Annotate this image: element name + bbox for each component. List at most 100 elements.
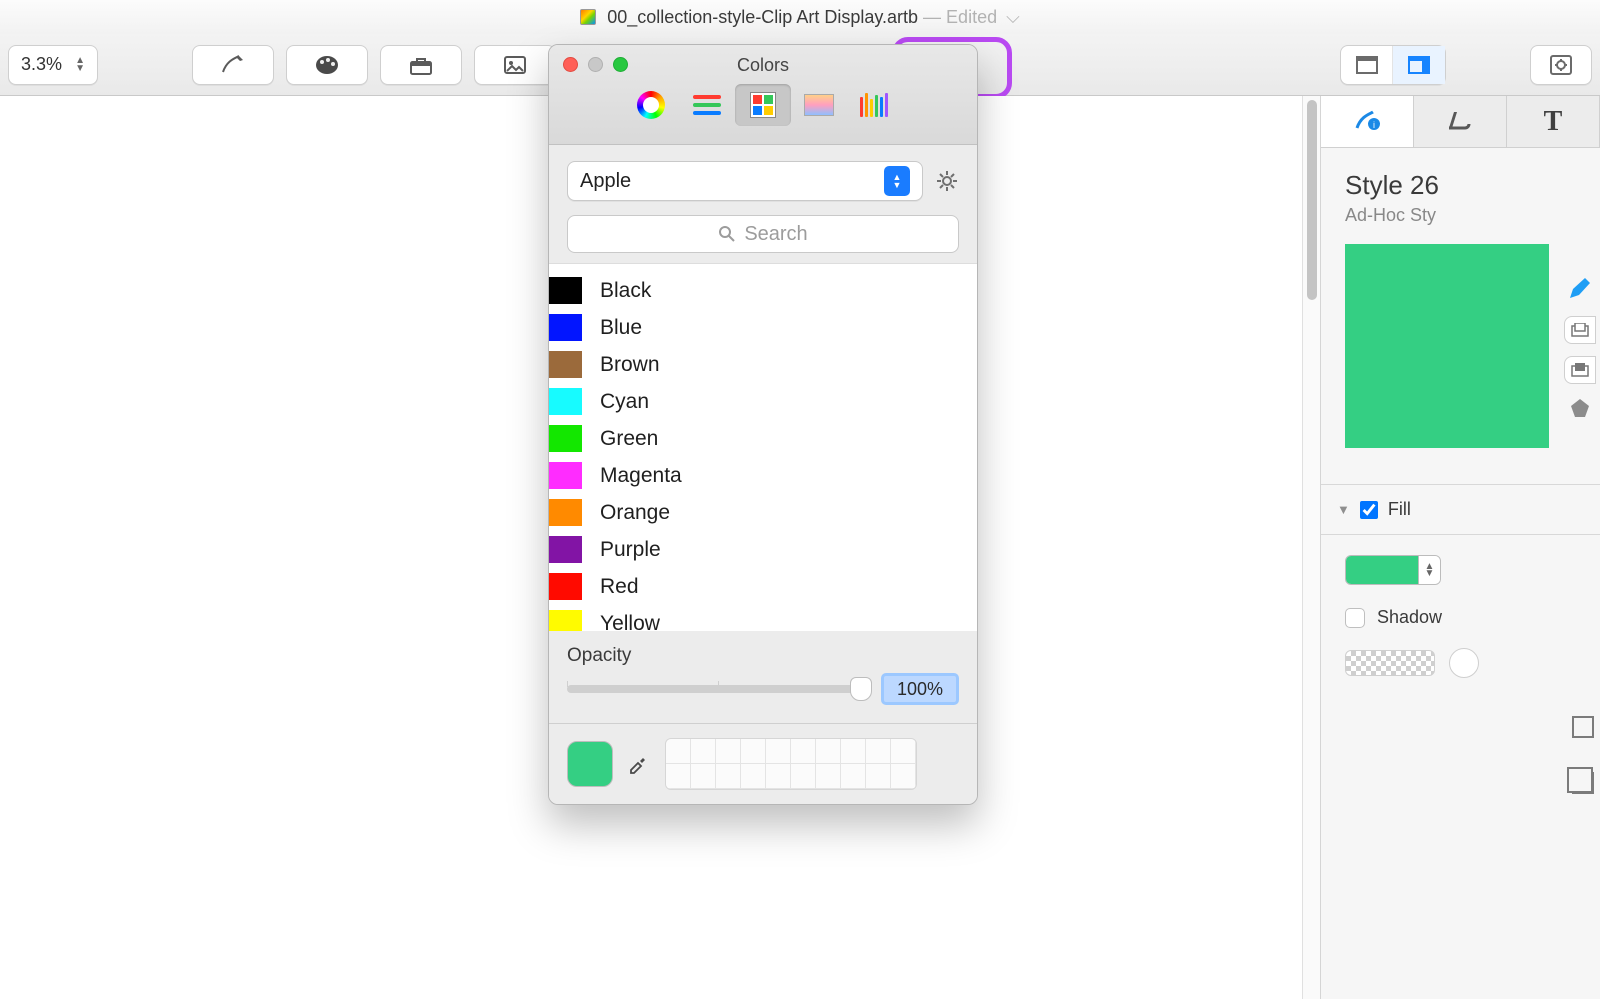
- fill-label: Fill: [1388, 499, 1584, 520]
- color-row[interactable]: Orange: [549, 494, 978, 531]
- split-pane-button[interactable]: [1393, 46, 1445, 84]
- stepper-arrows-icon: ▲▼: [75, 57, 85, 73]
- pentagon-icon[interactable]: [1568, 396, 1592, 425]
- color-name: Purple: [600, 538, 661, 562]
- color-swatch: [549, 573, 582, 600]
- single-pane-button[interactable]: [1341, 46, 1393, 84]
- palette-grid-icon: [750, 92, 776, 118]
- text-tab-icon: T: [1544, 106, 1563, 138]
- color-swatch: [549, 388, 582, 415]
- color-search-input[interactable]: Search: [567, 215, 959, 253]
- palette-gear-button[interactable]: [935, 169, 959, 193]
- style-chip-1[interactable]: [1564, 316, 1596, 344]
- color-row[interactable]: Magenta: [549, 457, 978, 494]
- document-edited-label: — Edited: [923, 7, 997, 27]
- color-swatch: [549, 536, 582, 563]
- mode-sliders[interactable]: [679, 84, 735, 126]
- palette-select[interactable]: Apple ▲▼: [567, 161, 923, 201]
- image-picker-icon: [804, 94, 834, 116]
- tab-geometry[interactable]: [1414, 96, 1507, 147]
- bounds-icon[interactable]: [1572, 716, 1594, 738]
- opacity-slider-thumb[interactable]: [850, 677, 872, 701]
- color-name: Yellow: [600, 612, 660, 632]
- style-tab-icon: i: [1352, 104, 1382, 139]
- svg-text:i: i: [1373, 120, 1375, 130]
- style-chip-2[interactable]: [1564, 356, 1596, 384]
- color-swatch: [549, 314, 582, 341]
- color-swatch: [549, 610, 582, 631]
- opacity-knob[interactable]: [1449, 648, 1479, 678]
- canvas-scrollbar[interactable]: [1302, 96, 1320, 999]
- zoom-value: 3.3%: [21, 54, 62, 75]
- pencils-icon: [860, 93, 890, 117]
- title-chevron-icon[interactable]: ⌵: [1006, 0, 1020, 34]
- edit-pencil-icon[interactable]: [1566, 276, 1594, 304]
- close-window-button[interactable]: [563, 57, 578, 72]
- color-name: Magenta: [600, 464, 682, 488]
- color-row[interactable]: Purple: [549, 531, 978, 568]
- color-row[interactable]: Black: [549, 272, 978, 309]
- inspector-tabs: i T: [1321, 96, 1600, 148]
- titlebar: 00_collection-style-Clip Art Display.art…: [0, 0, 1600, 34]
- split-pane-icon: [1406, 52, 1432, 78]
- zoom-window-button[interactable]: [613, 57, 628, 72]
- color-name: Green: [600, 427, 658, 451]
- disclosure-triangle-icon[interactable]: ▼: [1337, 502, 1350, 517]
- fill-section-header[interactable]: ▼ Fill: [1321, 484, 1600, 535]
- style-preview-swatch: [1345, 244, 1549, 448]
- opacity-slider[interactable]: [567, 685, 869, 693]
- single-pane-icon: [1354, 52, 1380, 78]
- geometry-tab-icon: [1445, 104, 1475, 139]
- color-swatch: [549, 277, 582, 304]
- color-wheel-icon: [637, 91, 665, 119]
- fill-color-swatch[interactable]: [1346, 556, 1418, 584]
- document-filename: 00_collection-style-Clip Art Display.art…: [607, 7, 918, 27]
- color-swatch: [549, 351, 582, 378]
- select-arrows-icon: ▲▼: [884, 166, 910, 196]
- color-mode-tabs: [549, 84, 977, 126]
- style-subtitle: Ad-Hoc Sty: [1321, 205, 1600, 244]
- mode-pencils[interactable]: [847, 84, 903, 126]
- color-name: Red: [600, 575, 639, 599]
- library-button[interactable]: [380, 45, 462, 85]
- mode-palettes[interactable]: [735, 84, 791, 126]
- fill-color-stepper[interactable]: ▲▼: [1345, 555, 1441, 585]
- shadow-label: Shadow: [1377, 607, 1442, 628]
- opacity-gradient-well[interactable]: [1345, 650, 1435, 676]
- color-row[interactable]: Green: [549, 420, 978, 457]
- shadow-checkbox[interactable]: [1345, 608, 1365, 628]
- stepper-arrows-icon[interactable]: ▲▼: [1418, 556, 1440, 584]
- color-list: Black Blue Brown Cyan Green Magenta Orange Purp…: [548, 263, 978, 631]
- color-row[interactable]: Red: [549, 568, 978, 605]
- color-name: Cyan: [600, 390, 649, 414]
- image-icon: [502, 52, 528, 78]
- settings-button[interactable]: [1530, 45, 1592, 85]
- minimize-window-button[interactable]: [588, 57, 603, 72]
- mode-image[interactable]: [791, 84, 847, 126]
- gear-badge-icon: [1548, 52, 1574, 78]
- fill-enabled-checkbox[interactable]: [1360, 501, 1378, 519]
- pen-path-icon: [220, 52, 246, 78]
- stack-icon[interactable]: [1572, 772, 1594, 794]
- color-row[interactable]: Blue: [549, 309, 978, 346]
- tab-style[interactable]: i: [1321, 96, 1414, 147]
- color-name: Blue: [600, 316, 642, 340]
- toolbox-icon: [408, 52, 434, 78]
- scrollbar-thumb[interactable]: [1307, 100, 1317, 300]
- mode-wheel[interactable]: [623, 84, 679, 126]
- color-swatch: [549, 425, 582, 452]
- opacity-value-field[interactable]: 100%: [881, 673, 959, 705]
- current-color-well[interactable]: [567, 741, 613, 787]
- paint-tool-button[interactable]: [286, 45, 368, 85]
- layout-segment: [1340, 45, 1446, 85]
- eyedropper-button[interactable]: [627, 754, 647, 774]
- tab-text[interactable]: T: [1507, 96, 1600, 147]
- swatch-wells[interactable]: [665, 738, 917, 790]
- document-icon: [580, 9, 596, 25]
- pen-tool-button[interactable]: [192, 45, 274, 85]
- color-row[interactable]: Yellow: [549, 605, 978, 631]
- zoom-dropdown[interactable]: 3.3% ▲▼: [8, 45, 98, 85]
- color-row[interactable]: Cyan: [549, 383, 978, 420]
- image-button[interactable]: [474, 45, 556, 85]
- color-row[interactable]: Brown: [549, 346, 978, 383]
